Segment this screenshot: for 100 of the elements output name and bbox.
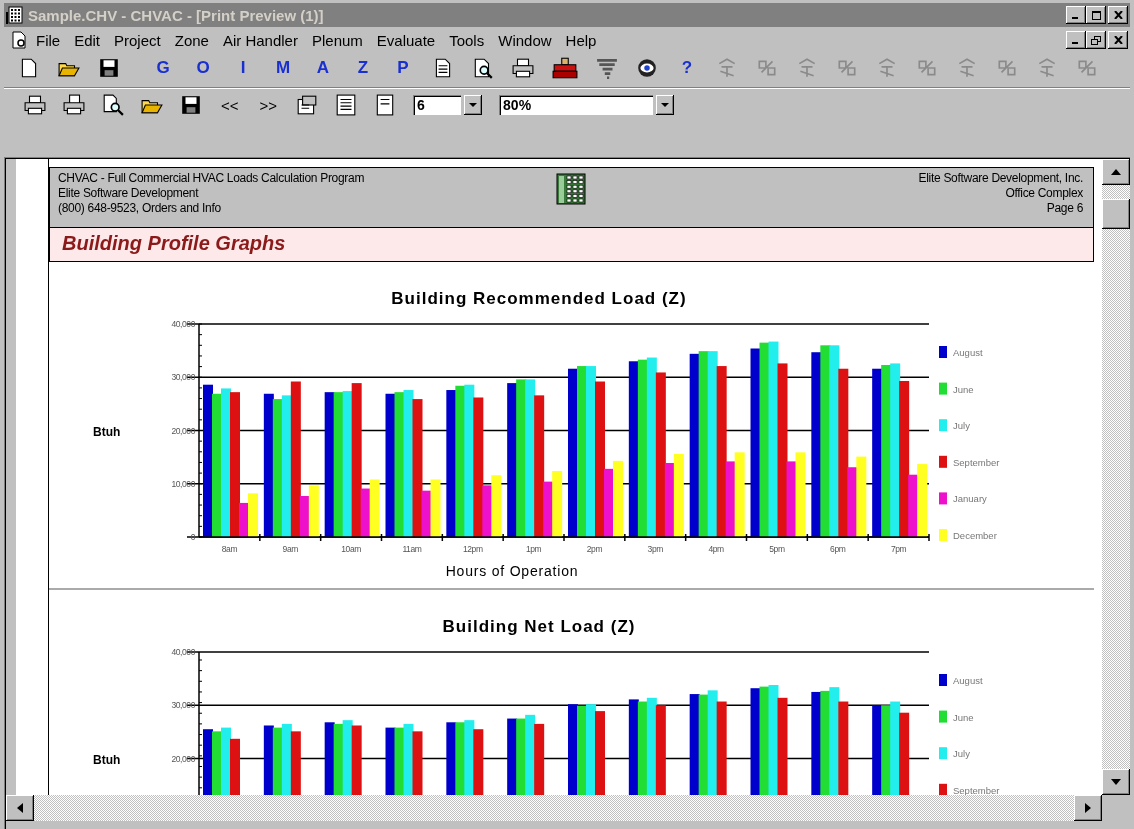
letter-button[interactable]: A: [312, 58, 334, 78]
letter-button[interactable]: I: [232, 58, 254, 78]
bar: [230, 738, 240, 795]
dropdown-button[interactable]: [464, 95, 483, 115]
restore-button[interactable]: [1086, 31, 1106, 49]
letter-button[interactable]: O: [192, 58, 214, 78]
bar: [430, 479, 441, 537]
horizontal-scrollbar[interactable]: [6, 795, 1102, 821]
properties-icon[interactable]: [296, 94, 319, 116]
bar: [248, 493, 258, 537]
printer-page-icon[interactable]: [63, 94, 85, 116]
menu-item[interactable]: Edit: [68, 29, 107, 51]
category-label: 12pm: [462, 544, 483, 554]
bar: [351, 725, 362, 795]
category-label: 6pm: [830, 544, 846, 554]
header-text: Elite Software Development, Inc.: [918, 171, 1083, 186]
close-icon: [1113, 11, 1123, 19]
bar: [281, 723, 292, 795]
bar: [552, 470, 563, 537]
printer-icon[interactable]: [24, 94, 46, 116]
letter-button[interactable]: Z: [352, 58, 374, 78]
header-text: Office Complex: [1005, 186, 1083, 201]
close-button[interactable]: [1108, 6, 1128, 24]
next-page-button[interactable]: >>: [257, 96, 280, 114]
up-arrow-icon: [1111, 169, 1121, 175]
category-label: 3pm: [647, 544, 663, 554]
tick-label: 30,000: [171, 372, 195, 383]
zoom-field[interactable]: 80%: [499, 95, 654, 115]
header-text: Elite Software Development: [58, 186, 200, 201]
menu-item[interactable]: File: [30, 29, 67, 51]
dropdown-button[interactable]: [656, 95, 675, 115]
bar: [272, 727, 283, 795]
menu-item[interactable]: Plenum: [305, 29, 369, 51]
menu-item[interactable]: Evaluate: [370, 29, 442, 51]
bar: [263, 725, 274, 795]
legend-label: August: [953, 347, 983, 358]
axis-title: Btuh: [93, 425, 121, 439]
menu-item[interactable]: Window: [492, 29, 558, 51]
caret-icon: [661, 103, 670, 107]
tick-label: 40,000: [171, 319, 195, 329]
bar: [534, 723, 545, 795]
eye-icon[interactable]: [636, 57, 658, 79]
section-heading: Building Profile Graphs: [49, 228, 1094, 262]
bar: [473, 729, 484, 795]
previous-page-button[interactable]: <<: [219, 96, 241, 114]
printer-icon[interactable]: [512, 57, 534, 79]
category-label: 1pm: [525, 544, 542, 554]
bar: [369, 479, 380, 537]
close-icon: [1113, 36, 1123, 44]
axis-title: Hours of Operation: [445, 563, 579, 579]
category-label: 7pm: [890, 544, 907, 554]
magnifier-page-icon[interactable]: [102, 94, 124, 116]
menu-item[interactable]: Air Handler: [216, 29, 304, 51]
letter-button[interactable]: P: [392, 58, 414, 78]
caret-icon: [469, 103, 478, 107]
letter-button[interactable]: M: [272, 58, 294, 78]
bar: [308, 485, 319, 537]
maximize-button[interactable]: [1086, 6, 1106, 24]
help-button[interactable]: ?: [676, 58, 698, 78]
minimize-button[interactable]: [1066, 6, 1086, 24]
scroll-down-button[interactable]: [1102, 769, 1130, 795]
scroll-left-button[interactable]: [6, 795, 34, 821]
category-label: 5pm: [769, 544, 785, 554]
minimize-button[interactable]: [1066, 31, 1086, 49]
legend-label: September: [953, 784, 1000, 795]
legend-label: January: [953, 493, 987, 505]
building-icon: [555, 173, 586, 205]
bar: [203, 729, 213, 795]
chart-title: Building Recommended Load (Z): [391, 289, 687, 308]
page-number-field[interactable]: 6: [413, 95, 462, 115]
tick-label: 20,000: [171, 425, 195, 436]
close-button[interactable]: [1108, 31, 1128, 49]
tornado-icon[interactable]: [596, 57, 618, 79]
document-icon[interactable]: [10, 31, 28, 49]
left-arrow-icon: [17, 803, 23, 813]
bar: [403, 723, 414, 795]
menu-item[interactable]: Tools: [443, 29, 491, 51]
scroll-right-button[interactable]: [1074, 795, 1102, 821]
menu-item[interactable]: Project: [108, 29, 167, 51]
stacked-blocks-icon[interactable]: [552, 57, 578, 79]
maximize-icon: [1091, 10, 1101, 20]
category-label: 9am: [282, 544, 298, 554]
window-title: Sample.CHV - CHVAC - [Print Preview (1)]: [28, 6, 325, 24]
legend-label: August: [953, 675, 983, 686]
category-label: 11am: [402, 544, 422, 554]
category-label: 4pm: [708, 544, 724, 554]
bar: [290, 731, 301, 795]
header-text: Page 6: [1046, 201, 1083, 216]
menu-item[interactable]: Zone: [168, 29, 215, 51]
scroll-thumb[interactable]: [1102, 199, 1130, 229]
letter-button[interactable]: G: [152, 58, 174, 78]
print-preview-icon[interactable]: [472, 57, 494, 79]
building-icon: [6, 6, 24, 24]
page-icon[interactable]: [335, 94, 358, 116]
restore-icon: [1091, 35, 1101, 45]
vertical-scrollbar[interactable]: [1102, 159, 1130, 795]
scroll-up-button[interactable]: [1102, 159, 1130, 185]
menu-item[interactable]: Help: [559, 29, 603, 51]
tick-label: 10,000: [171, 478, 195, 489]
tick-label: 20,000: [171, 753, 195, 764]
